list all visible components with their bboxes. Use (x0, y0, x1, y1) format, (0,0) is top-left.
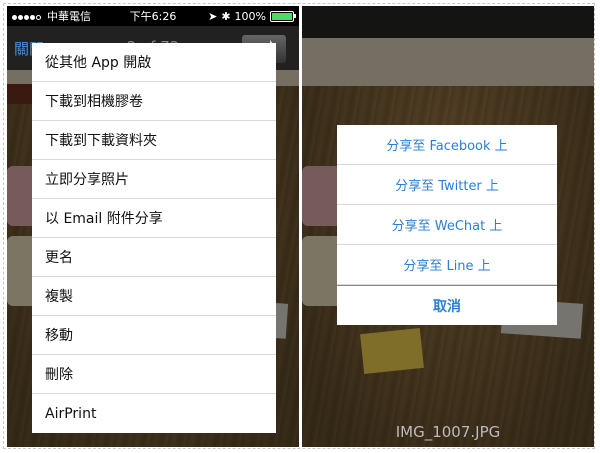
share-option[interactable]: 分享至 Twitter 上 (337, 165, 557, 205)
photo-filename: IMG_1007.JPG (395, 423, 501, 441)
menu-item[interactable]: 複製 (32, 277, 276, 316)
right-phone-screen: 分享至 Facebook 上分享至 Twitter 上分享至 WeChat 上分… (302, 6, 594, 447)
action-menu: 從其他 App 開啟 下載到相機膠卷 下載到下載資料夾 立即分享照片以 Email 附… (32, 43, 276, 433)
menu-item[interactable]: 下載到相機膠卷 (32, 82, 276, 121)
menu-item[interactable]: 下載到下載資料夾 (32, 121, 276, 160)
battery-icon (270, 10, 296, 22)
menu-item[interactable]: 以 Email 附件分享 (32, 199, 276, 238)
menu-item[interactable]: 立即分享照片 (32, 160, 276, 199)
bluetooth-icon: ✱ (221, 9, 231, 23)
cancel-button[interactable]: 取消 (337, 285, 557, 325)
menu-item[interactable]: 更名 (32, 238, 276, 277)
left-phone-screen: 中華電信 下午6:26 ➤ ✱ 100% 關閉 2 of 72 從其他 App … (7, 6, 299, 447)
share-option[interactable]: 分享至 Line 上 (337, 245, 557, 285)
share-sheet: 分享至 Facebook 上分享至 Twitter 上分享至 WeChat 上分… (337, 125, 557, 325)
menu-item[interactable]: 移動 (32, 316, 276, 355)
top-bar (302, 6, 594, 38)
location-icon: ➤ (208, 9, 218, 23)
share-option[interactable]: 分享至 Facebook 上 (337, 125, 557, 165)
share-option[interactable]: 分享至 WeChat 上 (337, 205, 557, 245)
menu-item[interactable]: AirPrint (32, 394, 276, 433)
menu-item[interactable]: 從其他 App 開啟 (32, 43, 276, 82)
menu-item[interactable]: 刪除 (32, 355, 276, 394)
status-bar: 中華電信 下午6:26 ➤ ✱ 100% (7, 6, 299, 26)
battery-percent: 100% (234, 9, 266, 23)
